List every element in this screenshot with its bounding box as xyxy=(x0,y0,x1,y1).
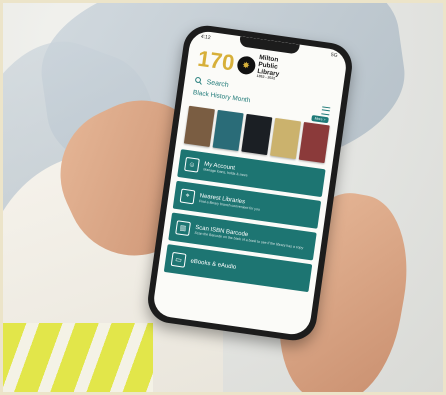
book-cover[interactable] xyxy=(241,113,273,156)
search-icon xyxy=(195,77,202,85)
photo-scene: 4:12 5G 170 ✸ Milton Public Library 1852… xyxy=(0,0,446,395)
person-card-icon: ☺ xyxy=(184,156,200,173)
phone-screen: 4:12 5G 170 ✸ Milton Public Library 1852… xyxy=(151,29,349,337)
book-cover[interactable] xyxy=(298,122,330,164)
status-time: 4:12 xyxy=(200,33,211,42)
book-cover[interactable] xyxy=(212,109,244,152)
map-pin-icon: ⌖ xyxy=(179,188,196,205)
book-cover[interactable] xyxy=(270,117,302,160)
barcode-icon: ▥ xyxy=(175,220,191,237)
bee-icon: ✸ xyxy=(235,55,257,76)
logo-wordmark: Milton Public Library 1852 - 2022 xyxy=(256,54,281,82)
tile-title: eBooks & eAudio xyxy=(190,258,237,271)
status-signal: 5G xyxy=(330,52,338,59)
search-label: Search xyxy=(206,78,230,89)
smartphone: 4:12 5G 170 ✸ Milton Public Library 1852… xyxy=(144,22,356,344)
hamburger-menu-icon[interactable] xyxy=(321,106,331,116)
menu-tiles: ☺ My Account Manage loans, holds & more ⌖ Ne… xyxy=(158,148,332,293)
ebook-icon: ▭ xyxy=(170,252,187,268)
logo-number: 170 xyxy=(196,45,236,76)
book-cover[interactable] xyxy=(183,105,215,148)
